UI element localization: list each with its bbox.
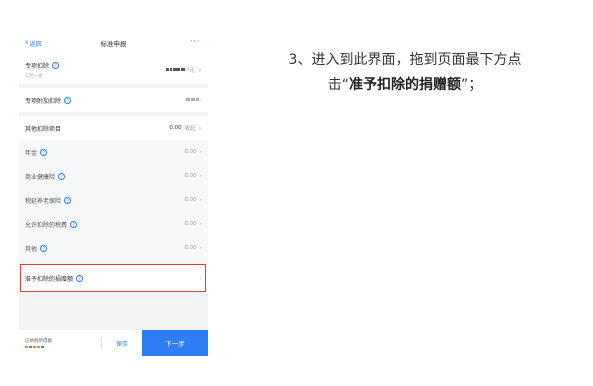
help-icon[interactable]: ? <box>70 220 78 228</box>
list-item[interactable]: 税延养老保险 ? 0.00 › <box>19 188 208 212</box>
chevron-right-icon: › <box>199 220 202 228</box>
chevron-left-icon: ‹ <box>25 37 29 48</box>
chevron-right-icon: › <box>199 172 202 180</box>
other-deduction-label: 其他扣除项目 <box>25 125 62 133</box>
next-step-button[interactable]: 下一步 <box>142 330 208 356</box>
instruction-bold: 准予扣除的捐赠额 <box>349 77 461 93</box>
collapse-toggle[interactable]: 收起 <box>185 124 196 132</box>
additional-deduction-label: 专项附加扣除 <box>25 97 62 105</box>
taxable-income-area: 应纳税所得额 <box>19 338 101 348</box>
item-value: 0.00 <box>184 149 197 155</box>
masked-amount <box>25 346 101 348</box>
item-label: 允许扣除的税费 <box>25 221 68 229</box>
item-value: 0.00 <box>184 221 197 227</box>
item-label: 税延养老保险 <box>25 197 62 205</box>
masked-amount <box>185 97 200 103</box>
help-icon[interactable]: ? <box>64 196 72 204</box>
bottom-bar: 应纳税所得额 保存 下一步 <box>19 330 208 356</box>
masked-amount <box>166 67 186 73</box>
donation-section: 准予扣除的捐赠额 ? › <box>19 264 208 292</box>
special-deduction-unit: *元 <box>186 68 195 74</box>
list-item[interactable]: 允许扣除的税费 ? 0.00 › <box>19 212 208 236</box>
chevron-right-icon: › <box>199 196 202 204</box>
list-item[interactable]: 年金 ? 0.00 › <box>19 140 208 164</box>
back-label: 返回 <box>29 40 42 48</box>
item-label: 年金 <box>25 149 38 157</box>
instruction-line-1: 3、进入到此界面，拖到页面最下方点 <box>288 52 522 68</box>
chevron-right-icon: › <box>199 148 202 156</box>
item-label: 商业健康险 <box>25 173 56 181</box>
additional-deduction-row[interactable]: 专项附加扣除 ? › <box>19 88 208 112</box>
highlight-box <box>20 264 206 292</box>
help-icon[interactable]: ? <box>40 148 48 156</box>
additional-deduction-section: 专项附加扣除 ? › <box>19 88 208 112</box>
chevron-up-icon: ∧ <box>197 124 202 132</box>
brand-text: 应纳税所得额 <box>25 339 52 344</box>
item-value: 0.00 <box>184 245 197 251</box>
special-deduction-note: 三险一金 <box>25 74 43 79</box>
other-deduction-header[interactable]: 其他扣除项目 0.00 收起 ∧ <box>19 116 208 140</box>
help-icon[interactable]: ? <box>52 62 60 69</box>
list-item[interactable]: 商业健康险 ? 0.00 › <box>19 164 208 188</box>
item-value: 0.00 <box>184 197 197 203</box>
item-label: 其他 <box>25 245 38 253</box>
page-title: 标准申报 <box>100 40 127 48</box>
phone-screen: ‹ 返回 标准申报 ··· 专项扣除 ? 三险一金 *元 ∨ 专项附加扣除 ? … <box>19 30 208 356</box>
special-deduction-label: 专项扣除 <box>25 63 50 70</box>
save-button[interactable]: 保存 <box>102 339 142 348</box>
instruction-prefix: 击“ <box>327 77 349 93</box>
chevron-right-icon: › <box>199 244 202 252</box>
help-icon[interactable]: ? <box>64 96 72 104</box>
chevron-right-icon: › <box>199 96 202 104</box>
instruction-suffix: ”； <box>461 77 483 93</box>
chevron-down-icon: ∨ <box>197 66 202 74</box>
special-deduction-row[interactable]: 专项扣除 ? 三险一金 *元 ∨ <box>19 56 208 84</box>
instruction-line-2: 击“准予扣除的捐赠额”； <box>245 73 565 98</box>
more-menu-button[interactable]: ··· <box>190 37 200 47</box>
back-button[interactable]: ‹ 返回 <box>19 37 42 48</box>
special-deduction-section: 专项扣除 ? 三险一金 *元 ∨ <box>19 56 208 84</box>
list-item[interactable]: 其他 ? 0.00 › <box>19 236 208 260</box>
help-icon[interactable]: ? <box>40 244 48 252</box>
other-deduction-amount: 0.00 <box>169 125 182 131</box>
other-deduction-section: 其他扣除项目 0.00 收起 ∧ 年金 ? 0.00 › 商业健康险 ? 0.0… <box>19 116 208 260</box>
help-icon[interactable]: ? <box>58 172 66 180</box>
nav-bar: ‹ 返回 标准申报 ··· <box>19 30 208 56</box>
instruction-text: 3、进入到此界面，拖到页面最下方点 击“准予扣除的捐赠额”； <box>245 48 565 98</box>
item-value: 0.00 <box>184 173 197 179</box>
